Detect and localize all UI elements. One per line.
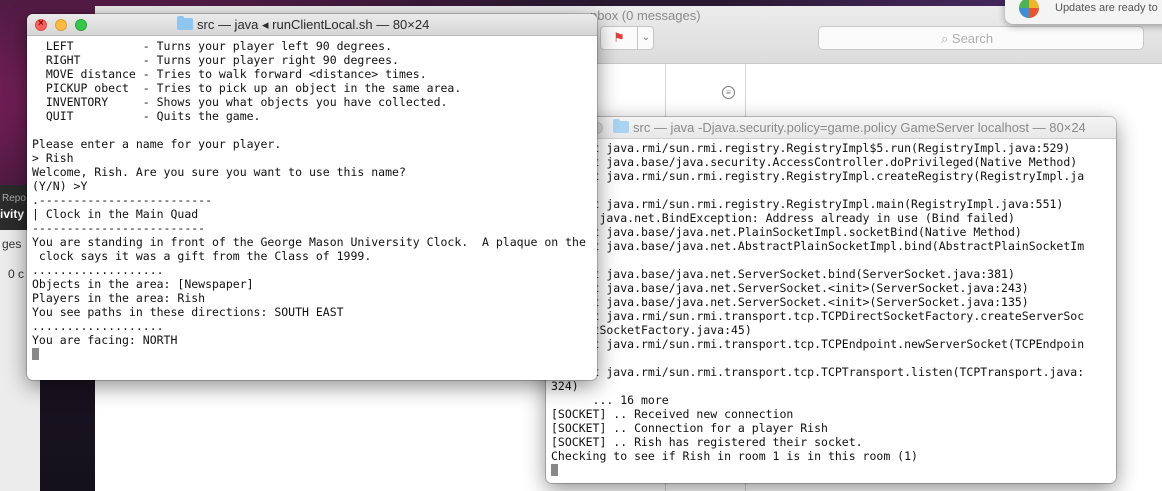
stub-text-1: Repo xyxy=(2,193,26,204)
folder-icon xyxy=(177,16,193,30)
terminal-line: .------------------------- xyxy=(32,193,213,207)
terminal-line: INVENTORY - Shows you what objects you h… xyxy=(32,95,448,109)
terminal-line: LEFT - Turns your player left 90 degrees… xyxy=(32,39,393,53)
terminal-line: Checking to see if Rish in room 1 is in … xyxy=(551,449,918,463)
terminal-line: at java.rmi/sun.rmi.registry.RegistryImp… xyxy=(551,197,1064,211)
terminal-line: > Rish xyxy=(32,151,74,165)
filter-icon[interactable]: ≡ xyxy=(722,86,735,99)
client-terminal-titlebar[interactable]: × src — java ◂ runClientLocal.sh — 80×24 xyxy=(27,14,597,36)
terminal-line: [SOCKET] .. Rish has registered their so… xyxy=(551,435,863,449)
terminal-line: PDirectSocketFactory.java:45) xyxy=(551,323,752,337)
flag-icon[interactable]: ⚑ xyxy=(601,27,637,49)
terminal-line: Welcome, Rish. Are you sure you want to … xyxy=(32,165,406,179)
terminal-line: at java.base/java.net.AbstractPlainSocke… xyxy=(551,239,1085,253)
terminal-line: ------------------------- xyxy=(32,221,206,235)
terminal-line: PICKUP obect - Tries to pick up an objec… xyxy=(32,81,462,95)
chevron-down-icon[interactable]: ⌄ xyxy=(637,27,654,49)
server-terminal-titlebar[interactable]: src — java -Djava.security.policy=game.p… xyxy=(546,117,1116,139)
search-input[interactable]: ⌕ Search xyxy=(818,26,1144,50)
terminal-line: QUIT - Quits the game. xyxy=(32,109,261,123)
terminal-line: at java.rmi/sun.rmi.transport.tcp.TCPEnd… xyxy=(551,337,1085,351)
terminal-line: You are facing: NORTH xyxy=(32,333,178,347)
server-terminal-window[interactable]: src — java -Djava.security.policy=game.p… xyxy=(546,117,1116,483)
stub-text-2: ivity xyxy=(0,207,25,221)
app-icon xyxy=(1019,0,1039,18)
server-terminal-title: src — java -Djava.security.policy=game.p… xyxy=(633,120,1086,135)
terminal-line: at java.base/java.security.AccessControl… xyxy=(551,155,1078,169)
minimize-button[interactable] xyxy=(55,19,67,31)
client-terminal-title: src — java ◂ runClientLocal.sh — 80×24 xyxy=(197,17,430,32)
client-terminal-output[interactable]: LEFT - Turns your player left 90 degrees… xyxy=(32,39,597,380)
terminal-line: (Y/N) >Y xyxy=(32,179,88,193)
terminal-line: ................... xyxy=(32,263,164,277)
maximize-button[interactable] xyxy=(75,19,87,31)
server-terminal-output[interactable]: at java.rmi/sun.rmi.registry.RegistryImp… xyxy=(551,141,1116,483)
terminal-line: at java.rmi/sun.rmi.registry.RegistryImp… xyxy=(551,169,1085,183)
terminal-line: at java.base/java.net.ServerSocket.<init… xyxy=(551,295,1029,309)
terminal-line: l:437) xyxy=(551,253,1116,267)
close-button[interactable]: × xyxy=(35,18,47,31)
close-icon: × xyxy=(38,18,44,29)
flag-button-group[interactable]: ⚑ ⌄ xyxy=(600,26,654,50)
terminal-line: RIGHT - Turns your player right 90 degre… xyxy=(32,53,399,67)
terminal-line: 324) xyxy=(551,379,579,393)
terminal-line: [SOCKET] .. Received new connection xyxy=(551,407,794,421)
notification-text: Updates are ready to xyxy=(1055,2,1158,14)
terminal-line: ................... xyxy=(32,319,164,333)
terminal-line: ... 16 more xyxy=(551,393,669,407)
update-notification[interactable]: Updates are ready to xyxy=(1005,0,1162,24)
terminal-line: at java.rmi/sun.rmi.registry.RegistryImp… xyxy=(551,141,1071,155)
terminal-line: [SOCKET] .. Connection for a player Rish xyxy=(551,421,828,435)
stub-text-3: ges xyxy=(2,237,22,251)
terminal-line: at java.rmi/sun.rmi.transport.tcp.TCPTra… xyxy=(551,365,1085,379)
search-placeholder: Search xyxy=(951,31,994,46)
terminal-line: | Clock in the Main Quad xyxy=(32,207,199,221)
terminal-line: at java.base/java.net.ServerSocket.<init… xyxy=(551,281,1029,295)
terminal-line: by: java.net.BindException: Address alre… xyxy=(551,211,1015,225)
terminal-line: 666) xyxy=(551,351,1116,365)
terminal-line: You see paths in these directions: SOUTH… xyxy=(32,305,344,319)
terminal-line: Players in the area: Rish xyxy=(32,291,206,305)
stub-text-4: 0 c xyxy=(8,267,25,281)
terminal-line xyxy=(551,463,1116,477)
terminal-line: Objects in the area: [Newspaper] xyxy=(32,277,254,291)
search-icon: ⌕ xyxy=(941,31,952,46)
terminal-line: MOVE distance - Tries to walk forward <d… xyxy=(32,67,427,81)
text-cursor xyxy=(551,464,558,476)
terminal-line: at java.base/java.net.PlainSocketImpl.so… xyxy=(551,225,1022,239)
terminal-line: at java.rmi/sun.rmi.transport.tcp.TCPDir… xyxy=(551,309,1085,323)
client-terminal-window[interactable]: × src — java ◂ runClientLocal.sh — 80×24… xyxy=(27,14,597,380)
text-cursor xyxy=(32,348,39,360)
mail-window-title: nbox (0 messages) xyxy=(590,8,701,23)
terminal-line: You are standing in front of the George … xyxy=(32,235,586,249)
terminal-line: Please enter a name for your player. xyxy=(32,137,282,151)
folder-icon xyxy=(613,119,629,133)
terminal-line: at java.base/java.net.ServerSocket.bind(… xyxy=(551,267,1015,281)
terminal-line: clock says it was a gift from the Class … xyxy=(32,249,372,263)
terminal-line xyxy=(32,347,597,361)
